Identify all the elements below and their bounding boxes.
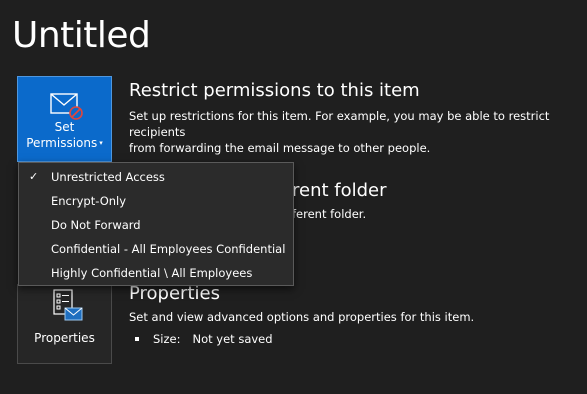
properties-desc: Set and view advanced options and proper… bbox=[129, 310, 475, 324]
move-section-title: rent folder bbox=[292, 180, 387, 201]
document-properties-icon bbox=[53, 289, 83, 321]
menu-item-confidential[interactable]: Confidential - All Employees Confidentia… bbox=[19, 237, 293, 261]
menu-item-highly-confidential[interactable]: Highly Confidential \ All Employees bbox=[19, 261, 293, 285]
menu-item-label: Confidential - All Employees Confidentia… bbox=[51, 242, 286, 256]
menu-item-encrypt-only[interactable]: Encrypt-Only bbox=[19, 189, 293, 213]
restrict-permissions-title: Restrict permissions to this item bbox=[129, 80, 420, 101]
permissions-dropdown-menu: ✓ Unrestricted Access Encrypt-Only Do No… bbox=[18, 162, 294, 286]
checkmark-icon: ✓ bbox=[29, 170, 39, 183]
menu-item-unrestricted-access[interactable]: ✓ Unrestricted Access bbox=[19, 165, 293, 189]
move-section-desc: ferent folder. bbox=[292, 207, 367, 221]
set-permissions-button[interactable]: Set Permissions ▾ bbox=[17, 76, 112, 162]
menu-item-label: Unrestricted Access bbox=[51, 170, 165, 184]
size-label: Size: bbox=[153, 332, 181, 346]
restrict-permissions-section: Restrict permissions to this item Set up… bbox=[129, 79, 579, 156]
properties-button-label: Properties bbox=[34, 331, 95, 345]
page-title: Untitled bbox=[12, 15, 151, 56]
size-value: Not yet saved bbox=[192, 332, 273, 346]
chevron-down-icon: ▾ bbox=[99, 139, 103, 147]
restrict-permissions-desc: Set up restrictions for this item. For e… bbox=[129, 109, 550, 155]
properties-section: Properties Set and view advanced options… bbox=[129, 282, 579, 347]
menu-item-do-not-forward[interactable]: Do Not Forward bbox=[19, 213, 293, 237]
properties-button[interactable]: Properties bbox=[17, 284, 112, 364]
size-row: Size: Not yet saved bbox=[135, 331, 579, 347]
menu-item-label: Do Not Forward bbox=[51, 218, 141, 232]
envelope-restricted-icon bbox=[50, 93, 83, 120]
menu-item-label: Encrypt-Only bbox=[51, 194, 127, 208]
menu-item-label: Highly Confidential \ All Employees bbox=[51, 266, 253, 280]
bullet-icon bbox=[135, 337, 139, 341]
set-permissions-label: Set Permissions ▾ bbox=[26, 119, 103, 150]
